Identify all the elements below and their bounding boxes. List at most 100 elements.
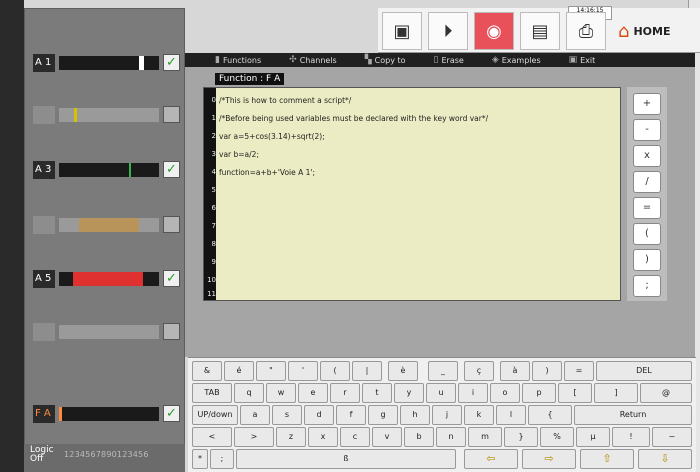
key[interactable]: _ bbox=[428, 361, 458, 381]
menu-examples[interactable]: ◈ Examples bbox=[478, 55, 555, 65]
up-down-key[interactable]: UP/down bbox=[192, 405, 238, 425]
channel-checkbox[interactable]: ✓ bbox=[163, 405, 180, 422]
code-editor[interactable]: 0 1 2 3 4 5 6 7 8 9 10 11 /*This is how … bbox=[203, 87, 621, 301]
key[interactable]: * bbox=[192, 449, 208, 469]
channel-row-a1[interactable]: A 1 ✓ bbox=[29, 54, 183, 72]
channel-checkbox[interactable] bbox=[163, 106, 180, 123]
key[interactable]: ' bbox=[288, 361, 318, 381]
op-open-paren-button[interactable]: ( bbox=[633, 223, 661, 245]
menu-channels[interactable]: ✣ Channels bbox=[275, 55, 351, 65]
op-multiply-button[interactable]: x bbox=[633, 145, 661, 167]
op-plus-button[interactable]: + bbox=[633, 93, 661, 115]
key[interactable]: ! bbox=[612, 427, 650, 447]
logic-area[interactable]: Logic Off 1234567890123456 bbox=[24, 444, 185, 472]
key[interactable]: t bbox=[362, 383, 392, 403]
key[interactable]: µ bbox=[576, 427, 610, 447]
menu-copy-to[interactable]: ▚ Copy to bbox=[351, 55, 420, 65]
tab-key[interactable]: TAB bbox=[192, 383, 232, 403]
key[interactable]: f bbox=[336, 405, 366, 425]
key[interactable]: é bbox=[224, 361, 254, 381]
key[interactable]: à bbox=[500, 361, 530, 381]
key[interactable]: h bbox=[400, 405, 430, 425]
key[interactable]: k bbox=[464, 405, 494, 425]
channel-row-a3[interactable]: A 3 ✓ bbox=[29, 161, 183, 179]
left-arrow-key[interactable]: ⇦ bbox=[464, 449, 518, 469]
key[interactable]: y bbox=[394, 383, 424, 403]
delete-key[interactable]: DEL bbox=[596, 361, 692, 381]
key[interactable]: u bbox=[426, 383, 456, 403]
home-button[interactable]: ⌂ HOME bbox=[614, 12, 694, 50]
op-close-paren-button[interactable]: ) bbox=[633, 249, 661, 271]
key[interactable]: j bbox=[432, 405, 462, 425]
key[interactable]: d bbox=[304, 405, 334, 425]
menu-functions[interactable]: ▮ Functions bbox=[185, 55, 275, 65]
key[interactable]: | bbox=[352, 361, 382, 381]
channel-checkbox[interactable]: ✓ bbox=[163, 54, 180, 71]
key[interactable]: ß bbox=[236, 449, 456, 469]
channel-label: A 4 bbox=[33, 216, 55, 234]
key[interactable]: c bbox=[340, 427, 370, 447]
key[interactable]: q bbox=[234, 383, 264, 403]
up-arrow-key[interactable]: ⇧ bbox=[580, 449, 634, 469]
key[interactable]: ( bbox=[320, 361, 350, 381]
key[interactable]: { bbox=[528, 405, 572, 425]
line-number: 0 bbox=[211, 96, 216, 104]
op-minus-button[interactable]: - bbox=[633, 119, 661, 141]
key[interactable]: > bbox=[234, 427, 274, 447]
key[interactable]: o bbox=[490, 383, 520, 403]
channel-row-fa[interactable]: F A ✓ bbox=[29, 405, 183, 423]
channel-row-a5[interactable]: A 5 ✓ bbox=[29, 270, 183, 288]
key[interactable]: ç bbox=[464, 361, 494, 381]
return-key[interactable]: Return bbox=[574, 405, 692, 425]
right-arrow-key[interactable]: ⇨ bbox=[522, 449, 576, 469]
channel-row-a4[interactable]: A 4 bbox=[29, 216, 183, 234]
channel-row-a6[interactable]: A 6 bbox=[29, 323, 183, 341]
key[interactable]: m bbox=[468, 427, 502, 447]
down-arrow-key[interactable]: ⇩ bbox=[638, 449, 692, 469]
key[interactable]: w bbox=[266, 383, 296, 403]
key[interactable]: ] bbox=[594, 383, 638, 403]
key[interactable]: i bbox=[458, 383, 488, 403]
channel-checkbox[interactable] bbox=[163, 216, 180, 233]
channel-checkbox[interactable] bbox=[163, 323, 180, 340]
key[interactable]: p bbox=[522, 383, 556, 403]
key[interactable]: s bbox=[272, 405, 302, 425]
op-semicolon-button[interactable]: ; bbox=[633, 275, 661, 297]
menu-erase[interactable]: ▯ Erase bbox=[420, 55, 478, 65]
key[interactable]: ; bbox=[210, 449, 234, 469]
op-divide-button[interactable]: / bbox=[633, 171, 661, 193]
key[interactable]: z bbox=[276, 427, 306, 447]
play-button[interactable]: ⏵ bbox=[428, 12, 468, 50]
key[interactable]: n bbox=[436, 427, 466, 447]
channel-checkbox[interactable]: ✓ bbox=[163, 161, 180, 178]
key[interactable]: e bbox=[298, 383, 328, 403]
key[interactable]: % bbox=[540, 427, 574, 447]
menu-exit[interactable]: ▣ Exit bbox=[555, 55, 610, 65]
key[interactable]: " bbox=[256, 361, 286, 381]
key[interactable]: ~ bbox=[652, 427, 692, 447]
record-button[interactable]: ◉ bbox=[474, 12, 514, 50]
key[interactable]: v bbox=[372, 427, 402, 447]
key[interactable]: ) bbox=[532, 361, 562, 381]
key[interactable]: } bbox=[504, 427, 538, 447]
key[interactable]: x bbox=[308, 427, 338, 447]
save-button[interactable]: ▤ bbox=[520, 12, 560, 50]
editor-frame: Function : F A 0 1 2 3 4 5 6 7 8 9 10 11… bbox=[185, 67, 695, 357]
key[interactable]: @ bbox=[640, 383, 692, 403]
key[interactable]: b bbox=[404, 427, 434, 447]
key[interactable]: a bbox=[240, 405, 270, 425]
key[interactable]: g bbox=[368, 405, 398, 425]
key[interactable]: [ bbox=[558, 383, 592, 403]
key[interactable]: r bbox=[330, 383, 360, 403]
key[interactable]: = bbox=[564, 361, 594, 381]
print-button[interactable]: ⎙ bbox=[566, 12, 606, 50]
key[interactable]: è bbox=[388, 361, 418, 381]
image-button[interactable]: ▣ bbox=[382, 12, 422, 50]
key[interactable]: l bbox=[496, 405, 526, 425]
channel-row-a2[interactable]: A 2 bbox=[29, 106, 183, 124]
key[interactable]: & bbox=[192, 361, 222, 381]
op-equals-button[interactable]: = bbox=[633, 197, 661, 219]
line-number: 5 bbox=[211, 186, 216, 194]
channel-checkbox[interactable]: ✓ bbox=[163, 270, 180, 287]
key[interactable]: < bbox=[192, 427, 232, 447]
